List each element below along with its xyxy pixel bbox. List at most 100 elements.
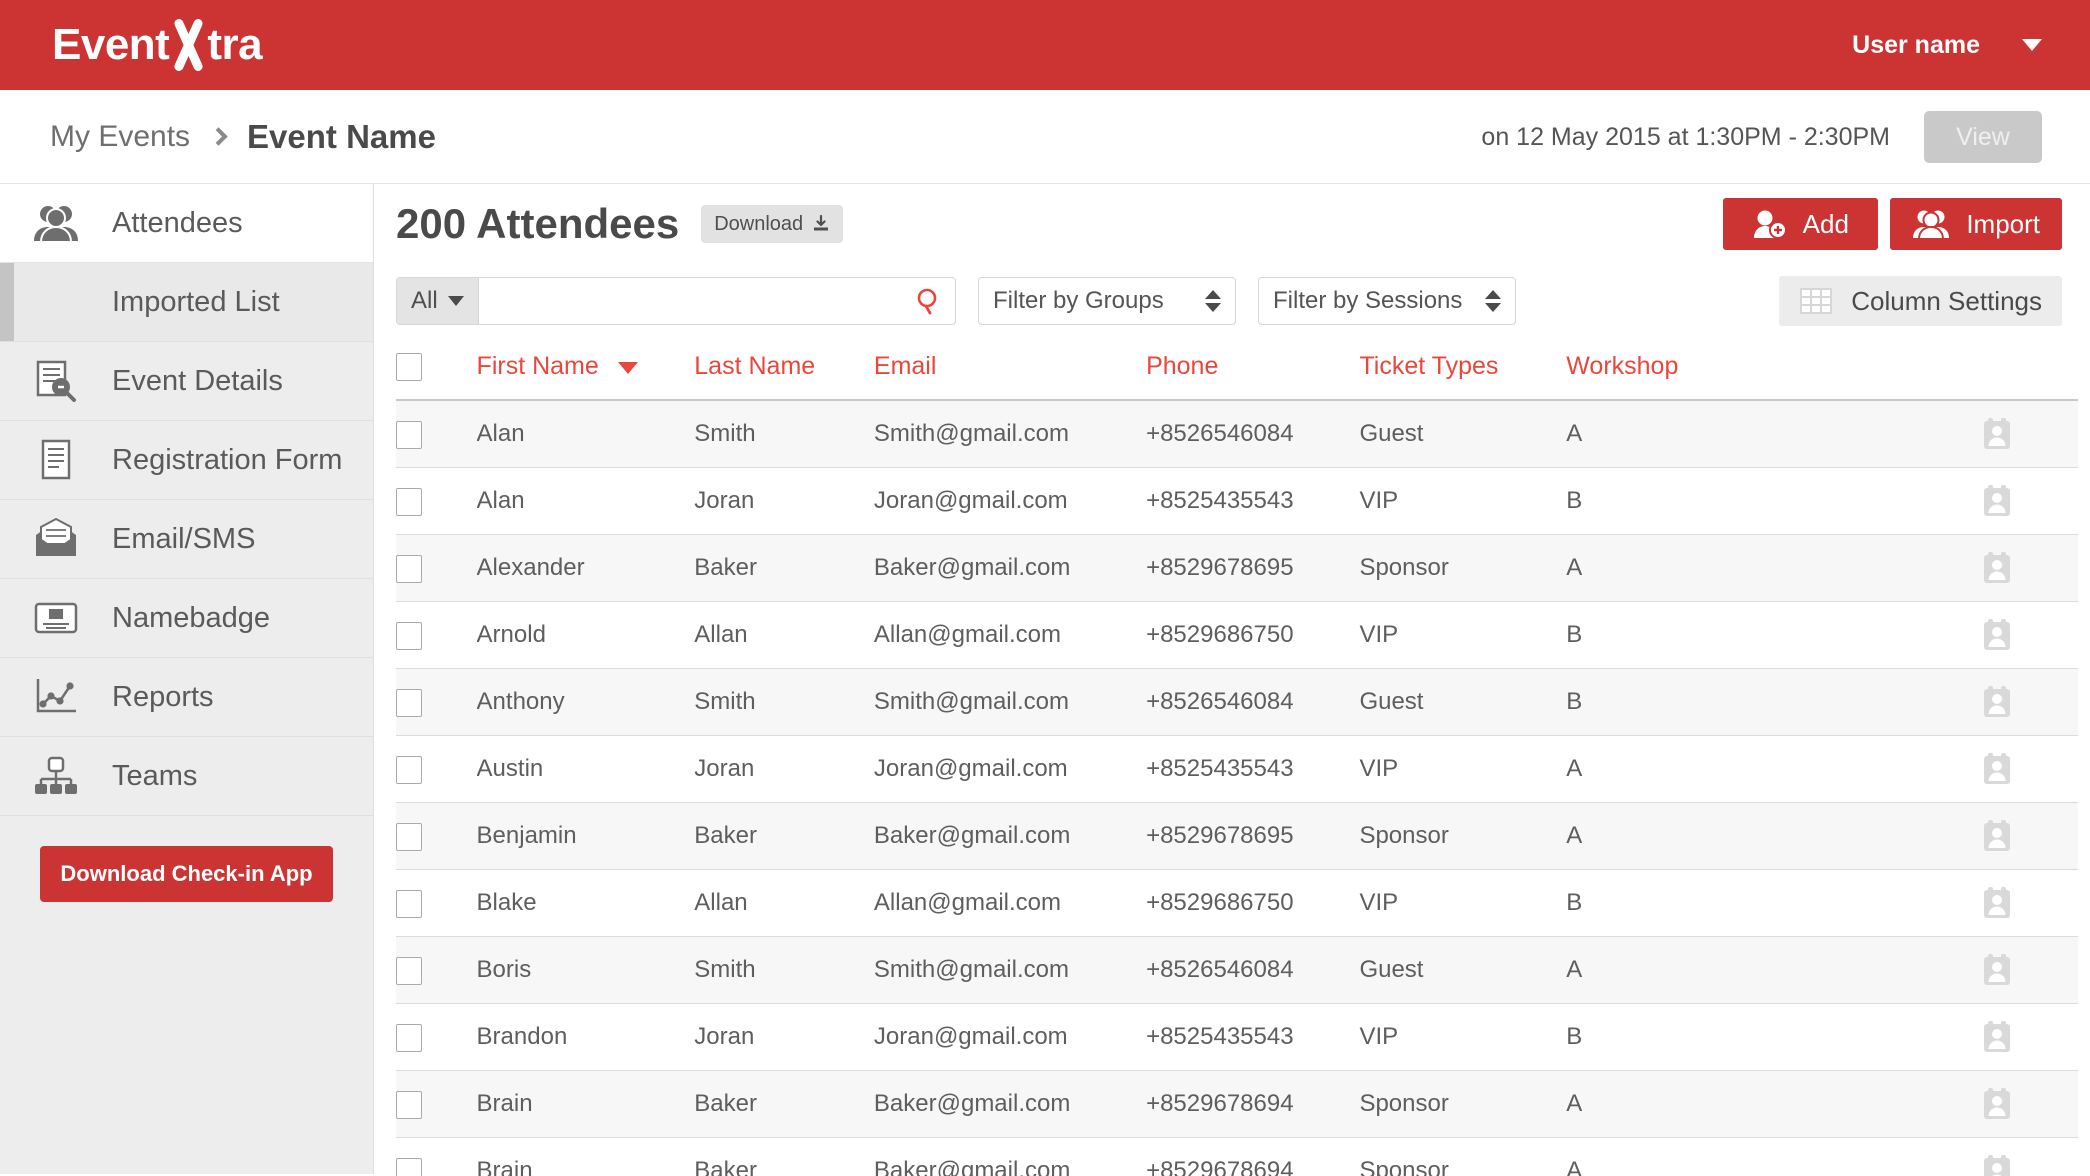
row-checkbox[interactable] — [396, 688, 422, 717]
id-badge-icon[interactable] — [1980, 551, 2078, 585]
select-all-checkbox[interactable] — [396, 353, 422, 382]
row-checkbox[interactable] — [396, 554, 422, 583]
cell-badge[interactable] — [1979, 802, 2078, 871]
cell-badge[interactable] — [1979, 735, 2078, 804]
search-button[interactable] — [903, 278, 955, 324]
column-header-phone[interactable]: Phone — [1146, 338, 1360, 402]
download-checkin-app-button[interactable]: Download Check-in App — [40, 846, 333, 902]
table-row[interactable]: Brain Baker Baker@gmail.com +8529678694 Spon… — [396, 1137, 2078, 1176]
id-badge-icon[interactable] — [1980, 1087, 2078, 1121]
column-header-first-name[interactable]: First Name — [476, 338, 695, 402]
filter-by-sessions-select[interactable]: Filter by Sessions — [1258, 277, 1516, 325]
cell-ticket-type: VIP — [1359, 735, 1567, 804]
sidebar-item-teams[interactable]: Teams — [0, 737, 373, 816]
add-attendee-button[interactable]: Add — [1723, 198, 1879, 250]
user-menu[interactable]: User name — [1852, 0, 2042, 90]
view-button[interactable]: View — [1924, 111, 2042, 163]
download-button[interactable]: Download — [701, 205, 844, 243]
id-badge-icon[interactable] — [1980, 1020, 2078, 1054]
row-checkbox[interactable] — [396, 1023, 422, 1052]
row-checkbox[interactable] — [396, 889, 422, 918]
grid-table-icon — [1799, 287, 1833, 315]
id-badge-icon[interactable] — [1980, 886, 2078, 920]
cell-email: Baker@gmail.com — [873, 534, 1147, 603]
table-row[interactable]: Arnold Allan Allan@gmail.com +8529686750 VIP… — [396, 601, 2078, 670]
cell-badge[interactable] — [1979, 1003, 2078, 1072]
cell-badge[interactable] — [1979, 668, 2078, 737]
cell-first-name: Alan — [476, 400, 695, 469]
column-settings-button[interactable]: Column Settings — [1779, 276, 2062, 326]
cell-badge[interactable] — [1979, 1137, 2078, 1176]
column-header-ticket-types[interactable]: Ticket Types — [1359, 338, 1567, 402]
table-row[interactable]: Brain Baker Baker@gmail.com +8529678694 Spon… — [396, 1070, 2078, 1139]
brand-logo[interactable]: Event tra — [52, 17, 263, 73]
cell-phone: +8529686750 — [1146, 601, 1360, 670]
cell-email: Baker@gmail.com — [873, 802, 1147, 871]
row-checkbox-cell — [396, 1003, 477, 1072]
row-checkbox[interactable] — [396, 487, 422, 516]
table-row[interactable]: Anthony Smith Smith@gmail.com +8526546084 Gu… — [396, 668, 2078, 737]
sidebar-item-registration-form[interactable]: Registration Form — [0, 421, 373, 500]
cell-badge[interactable] — [1979, 400, 2078, 469]
id-badge-icon[interactable] — [1980, 752, 2078, 786]
sidebar-item-reports[interactable]: Reports — [0, 658, 373, 737]
cell-badge[interactable] — [1979, 534, 2078, 603]
sidebar-item-attendees[interactable]: Attendees — [0, 184, 373, 263]
cell-badge[interactable] — [1979, 936, 2078, 1005]
cell-first-name: Alan — [476, 467, 695, 536]
top-app-bar: Event tra User name — [0, 0, 2090, 90]
cell-email: Joran@gmail.com — [873, 467, 1147, 536]
sidebar-item-event-details[interactable]: Event Details — [0, 342, 373, 421]
table-row[interactable]: Brandon Joran Joran@gmail.com +8525435543 VI… — [396, 1003, 2078, 1072]
id-badge-icon[interactable] — [1980, 819, 2078, 853]
row-checkbox[interactable] — [396, 1090, 422, 1119]
column-header-workshop[interactable]: Workshop — [1566, 338, 1980, 402]
column-header-email[interactable]: Email — [873, 338, 1147, 402]
cell-workshop: B — [1566, 869, 1980, 938]
id-badge-icon[interactable] — [1980, 685, 2078, 719]
sidebar-item-namebadge[interactable]: Namebadge — [0, 579, 373, 658]
id-badge-icon[interactable] — [1980, 484, 2078, 518]
id-badge-icon[interactable] — [1980, 417, 2078, 451]
import-attendees-button[interactable]: Import — [1890, 198, 2062, 250]
table-row[interactable]: Alan Smith Smith@gmail.com +8526546084 Guest… — [396, 400, 2078, 469]
cell-first-name: Blake — [476, 869, 695, 938]
id-badge-icon[interactable] — [1980, 953, 2078, 987]
cell-badge[interactable] — [1979, 869, 2078, 938]
breadcrumb-my-events[interactable]: My Events — [50, 120, 190, 154]
row-checkbox[interactable] — [396, 822, 422, 851]
table-row[interactable]: Austin Joran Joran@gmail.com +8525435543 VIP… — [396, 735, 2078, 804]
table-row[interactable]: Benjamin Baker Baker@gmail.com +8529678695 S… — [396, 802, 2078, 871]
row-checkbox[interactable] — [396, 420, 422, 449]
id-badge-icon[interactable] — [1980, 1154, 2078, 1176]
cell-phone: +8526546084 — [1146, 936, 1360, 1005]
table-row[interactable]: Alexander Baker Baker@gmail.com +8529678695… — [396, 534, 2078, 603]
cell-badge[interactable] — [1979, 467, 2078, 536]
line-chart-icon — [0, 676, 112, 718]
column-header-last-name[interactable]: Last Name — [694, 338, 874, 402]
cell-badge[interactable] — [1979, 601, 2078, 670]
table-row[interactable]: Alan Joran Joran@gmail.com +8525435543 VIP B — [396, 467, 2078, 536]
sidebar-item-label: Event Details — [112, 364, 283, 397]
id-badge-icon — [0, 599, 112, 637]
sidebar-item-email-sms[interactable]: Email/SMS — [0, 500, 373, 579]
search-scope-dropdown[interactable]: All — [397, 278, 479, 324]
cell-badge[interactable] — [1979, 1070, 2078, 1139]
filter-by-groups-select[interactable]: Filter by Groups — [978, 277, 1236, 325]
row-checkbox[interactable] — [396, 1157, 422, 1176]
row-checkbox[interactable] — [396, 755, 422, 784]
attendees-table-container: First Name Last Name Email Phone Ticket … — [396, 338, 2078, 1176]
sidebar-nav: Attendees Imported List Event Details Re… — [0, 184, 374, 1174]
id-badge-icon[interactable] — [1980, 618, 2078, 652]
cell-last-name: Smith — [694, 668, 874, 737]
sort-descending-icon[interactable] — [617, 361, 638, 374]
cell-phone: +8529678694 — [1146, 1137, 1360, 1176]
add-button-label: Add — [1802, 208, 1849, 239]
row-checkbox[interactable] — [396, 956, 422, 985]
search-input[interactable] — [478, 278, 903, 324]
sidebar-item-imported-list[interactable]: Imported List — [0, 263, 373, 342]
row-checkbox[interactable] — [396, 621, 422, 650]
chevron-down-icon[interactable] — [2022, 39, 2042, 51]
table-row[interactable]: Boris Smith Smith@gmail.com +8526546084 Gues… — [396, 936, 2078, 1005]
table-row[interactable]: Blake Allan Allan@gmail.com +8529686750 VIP B — [396, 869, 2078, 938]
